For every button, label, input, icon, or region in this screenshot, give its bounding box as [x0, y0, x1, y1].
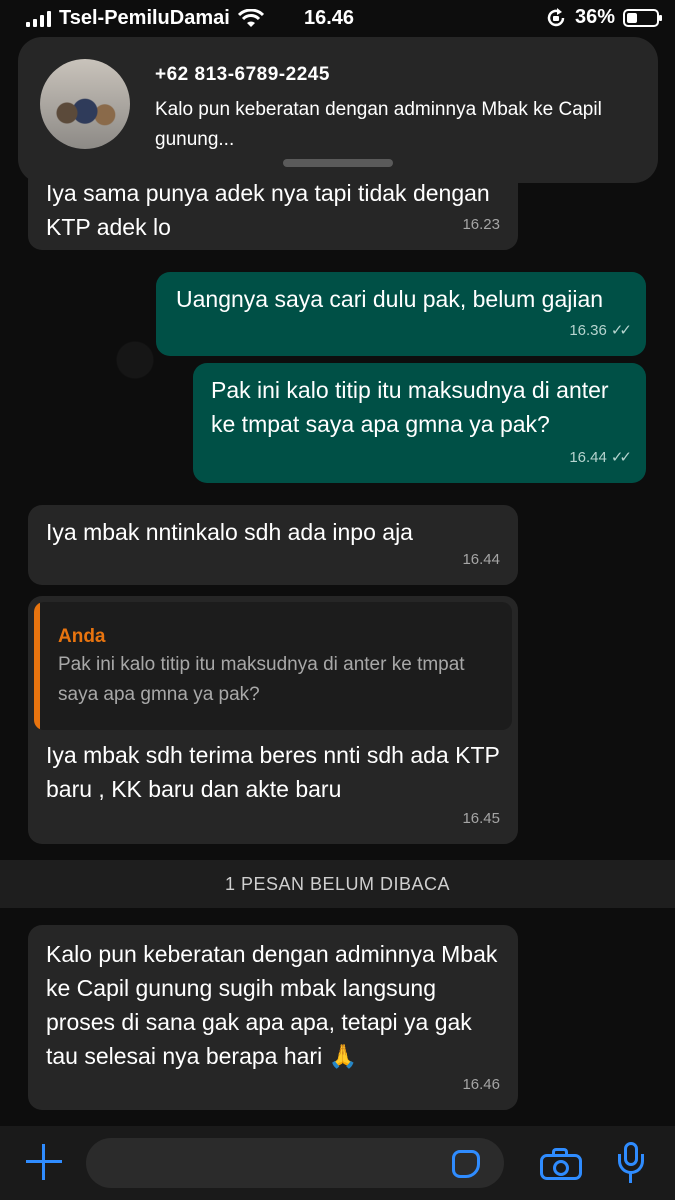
message-text: Kalo pun keberatan dengan adminnya Mbak … — [46, 941, 498, 1069]
message-bubble-outgoing[interactable]: Uangnya saya cari dulu pak, belum gajian… — [156, 272, 646, 356]
message-meta: 16.44 ✓✓ — [569, 441, 632, 475]
quote-text: Pak ini kalo titip itu maksudnya di ante… — [58, 654, 465, 705]
clock: 16.46 — [304, 7, 355, 29]
wifi-icon — [237, 8, 264, 27]
unread-divider: 1 PESAN BELUM DIBACA — [0, 860, 675, 908]
mic-icon[interactable] — [616, 1142, 646, 1184]
message-bubble-outgoing[interactable]: Pak ini kalo titip itu maksudnya di ante… — [193, 363, 646, 483]
message-meta: 16.36 ✓✓ — [569, 314, 632, 348]
avatar — [40, 59, 130, 149]
plus-icon[interactable] — [24, 1142, 64, 1182]
read-ticks-icon: ✓✓ — [610, 449, 632, 466]
message-bubble-reply[interactable]: Anda Pak ini kalo titip itu maksudnya di… — [28, 596, 518, 844]
composer-bar — [0, 1126, 675, 1200]
quote-accent-bar — [34, 602, 40, 730]
quoted-message[interactable]: Anda Pak ini kalo titip itu maksudnya di… — [34, 602, 512, 730]
camera-icon[interactable] — [540, 1148, 582, 1180]
message-text: Iya sama punya adek nya tapi tidak denga… — [46, 180, 490, 240]
carrier-name: Tsel-PemiluDamai — [59, 7, 230, 29]
notification-handle[interactable] — [283, 159, 393, 167]
battery-icon — [623, 8, 662, 27]
message-time: 16.36 — [569, 322, 607, 339]
message-text: Uangnya saya cari dulu pak, belum gajian — [176, 286, 604, 312]
status-right: 36% — [545, 6, 662, 29]
notification-sender: +62 813-6789-2245 — [155, 64, 330, 85]
message-time: 16.44 — [462, 551, 500, 568]
message-time: 16.46 — [462, 1076, 500, 1093]
message-text: Iya mbak sdh terima beres nnti sdh ada K… — [46, 742, 500, 802]
carrier-group: Tsel-PemiluDamai — [26, 7, 264, 30]
sticker-icon[interactable] — [452, 1150, 480, 1178]
quote-author: Anda — [58, 626, 106, 647]
message-meta: 16.45 — [462, 802, 500, 836]
status-bar: Tsel-PemiluDamai 16.46 36% — [0, 0, 675, 36]
message-time: 16.44 — [569, 449, 607, 466]
battery-percent: 36% — [574, 6, 615, 28]
message-time: 16.45 — [462, 810, 500, 827]
message-meta: 16.46 — [462, 1068, 500, 1102]
notification-banner[interactable]: +62 813-6789-2245 Kalo pun keberatan den… — [18, 37, 658, 183]
message-bubble-incoming[interactable]: Kalo pun keberatan dengan adminnya Mbak … — [28, 925, 518, 1110]
message-input[interactable] — [86, 1138, 504, 1188]
read-ticks-icon: ✓✓ — [610, 322, 632, 339]
message-meta: 16.23 — [462, 208, 500, 242]
message-meta: 16.44 — [462, 543, 500, 577]
message-time: 16.23 — [462, 216, 500, 233]
signal-icon — [26, 10, 51, 27]
message-text: Iya mbak nntinkalo sdh ada inpo aja — [46, 519, 413, 545]
orientation-lock-icon — [547, 7, 565, 26]
message-text: Pak ini kalo titip itu maksudnya di ante… — [211, 377, 609, 437]
message-bubble-incoming[interactable]: Iya mbak nntinkalo sdh ada inpo aja 16.4… — [28, 505, 518, 585]
notification-preview: Kalo pun keberatan dengan adminnya Mbak … — [155, 99, 602, 150]
